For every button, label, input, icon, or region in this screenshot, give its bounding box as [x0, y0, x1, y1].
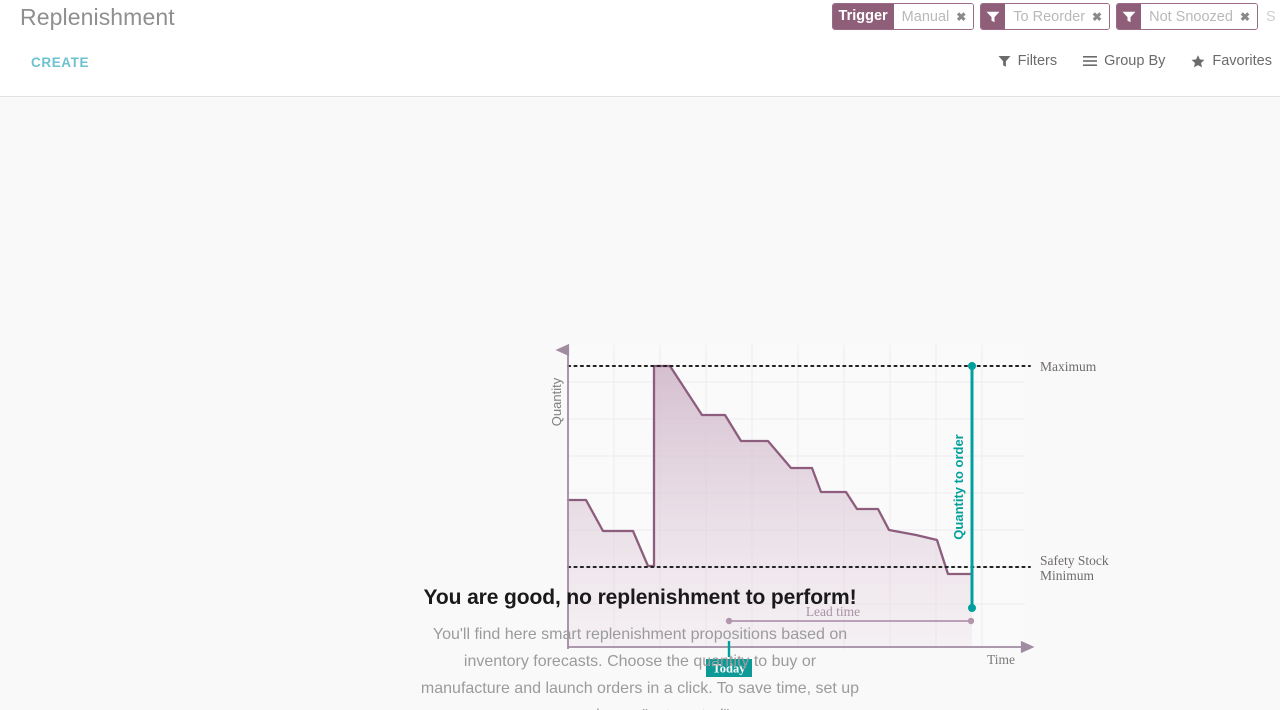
facet-value-text: Not Snoozed	[1149, 8, 1233, 25]
breadcrumb[interactable]: Replenishment	[20, 4, 175, 31]
facet-value-text: Manual	[901, 8, 950, 25]
filters-label: Filters	[1017, 53, 1058, 69]
favorites-menu-button[interactable]: Favorites	[1191, 53, 1272, 69]
facet-value-to-reorder: To Reorder ✖	[1005, 4, 1110, 29]
filter-icon	[981, 4, 1006, 29]
facet-remove-icon[interactable]: ✖	[1240, 11, 1250, 23]
group-by-label: Group By	[1104, 53, 1166, 69]
x-axis-label: Time	[987, 652, 1015, 667]
facet-remove-icon[interactable]: ✖	[956, 11, 966, 23]
search-facet-trigger[interactable]: Trigger Manual ✖	[831, 3, 975, 30]
group-by-menu-button[interactable]: Group By	[1083, 53, 1165, 69]
maximum-label: Maximum	[1040, 359, 1097, 374]
search-input[interactable]: S	[1264, 3, 1280, 30]
filter-funnel-icon	[998, 55, 1011, 67]
facet-value-trigger: Manual ✖	[893, 4, 974, 29]
empty-state-title: You are good, no replenishment to perfor…	[423, 586, 857, 609]
replenishment-illustration-chart: Today Quantity Time Maximum Safety Stock…	[0, 97, 1280, 710]
y-axis-label: Quantity	[549, 377, 564, 426]
search-facet-not-snoozed[interactable]: Not Snoozed ✖	[1116, 3, 1258, 30]
filters-menu-button[interactable]: Filters	[998, 53, 1057, 69]
safety-stock-label: Safety Stock	[1040, 553, 1109, 568]
filter-icon	[1117, 4, 1142, 29]
facet-label-trigger: Trigger	[832, 4, 894, 29]
facet-value-text: To Reorder	[1013, 8, 1086, 25]
search-view: Trigger Manual ✖ To Reorder ✖ Not Snooze…	[831, 3, 1280, 30]
search-options: Filters Group By Favorites	[998, 53, 1272, 69]
content-area: Today Quantity Time Maximum Safety Stock…	[0, 97, 1280, 710]
filter-funnel-glyph	[1122, 11, 1136, 22]
hamburger-lines-icon	[1083, 56, 1098, 66]
quantity-to-order-label: Quantity to order	[951, 434, 966, 539]
facet-value-not-snoozed: Not Snoozed ✖	[1141, 4, 1257, 29]
search-facet-to-reorder[interactable]: To Reorder ✖	[980, 3, 1111, 30]
chart-svg: Today Quantity Time Maximum Safety Stock…	[549, 343, 1109, 677]
facet-remove-icon[interactable]: ✖	[1092, 11, 1102, 23]
control-panel: Replenishment CREATE Trigger Manual ✖ To…	[0, 0, 1280, 97]
empty-state-description: You'll find here smart replenishment pro…	[420, 626, 860, 710]
create-button[interactable]: CREATE	[31, 55, 89, 70]
minimum-label: Minimum	[1040, 568, 1095, 583]
favorites-label: Favorites	[1212, 53, 1272, 69]
star-icon	[1191, 54, 1205, 67]
filter-funnel-glyph	[986, 11, 1000, 22]
